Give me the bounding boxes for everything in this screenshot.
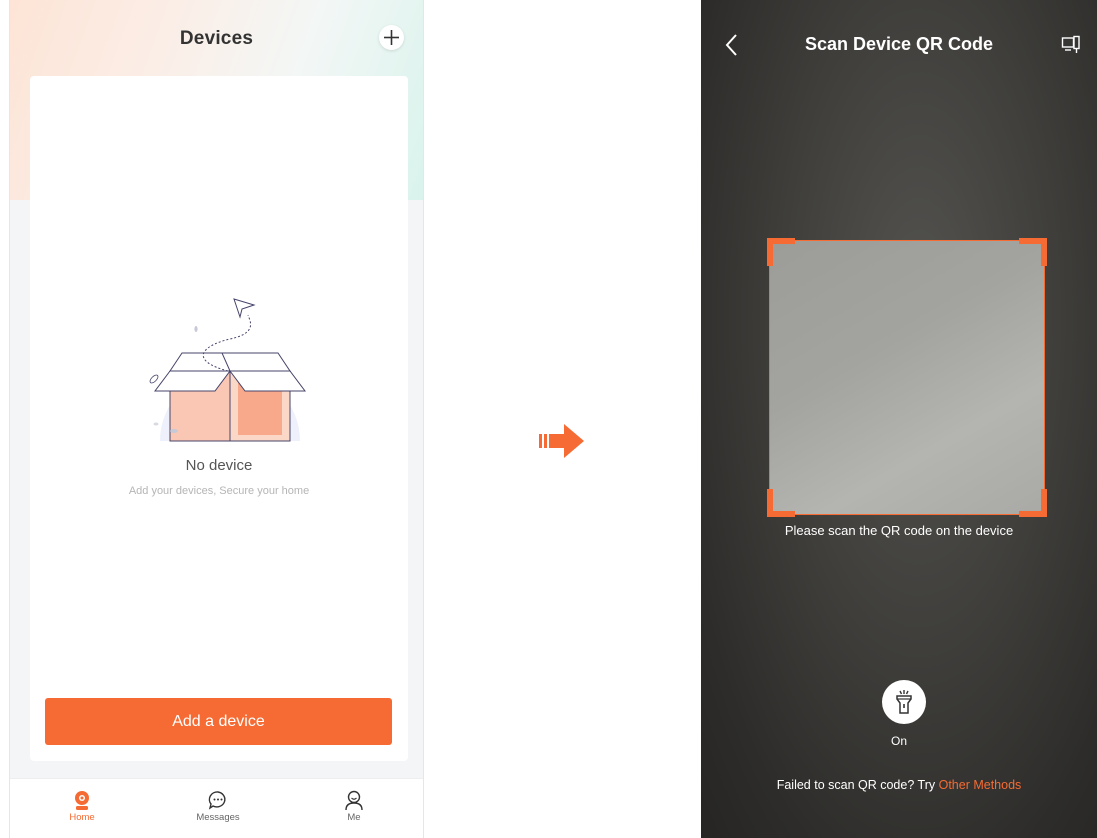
plus-icon [384,30,399,45]
viewfinder-corner [1019,238,1047,266]
add-device-button[interactable]: Add a device [45,698,392,745]
tab-messages[interactable]: Messages [173,779,263,823]
flashlight-icon [896,690,912,714]
page-title: Devices [179,28,254,49]
person-icon [345,790,363,811]
scan-header: Scan Device QR Code [701,0,1097,80]
page-title: Scan Device QR Code [804,34,994,54]
viewfinder-corner [767,489,795,517]
tab-me-label: Me [347,812,361,823]
device-switch-icon[interactable] [1061,35,1081,55]
camera-icon [75,791,89,810]
devices-header: Devices [10,0,423,76]
scan-fallback-prefix: Failed to scan QR code? Try [776,778,939,792]
devices-screen: Devices No device Add your devices, Secu… [9,0,424,838]
chat-bubble-icon [208,791,226,810]
bottom-tab-bar: Home Messages Me [10,778,423,838]
flashlight-label: On [890,734,907,748]
empty-box-illustration [149,298,306,442]
device-list-card: No device Add your devices, Secure your … [30,76,408,761]
tab-me[interactable]: Me [309,779,399,823]
scan-fallback-text: Failed to scan QR code? Try Other Method… [701,778,1097,792]
tab-home-label: Home [69,812,95,823]
scan-hint-text: Please scan the QR code on the device [784,523,1014,538]
scan-qr-screen: Scan Device QR Code Please scan the QR c… [701,0,1097,838]
empty-state-title: No device [185,457,253,474]
scan-viewfinder [767,238,1047,517]
empty-state-subtitle: Add your devices, Secure your home [128,485,310,497]
tab-messages-label: Messages [196,812,240,823]
viewfinder-corner [767,238,795,266]
arrow-right-icon [539,424,584,458]
viewfinder-corner [1019,489,1047,517]
add-device-plus-button[interactable] [379,25,404,50]
flashlight-toggle-button[interactable] [882,680,926,724]
tab-home[interactable]: Home [37,779,127,823]
other-methods-link[interactable]: Other Methods [939,778,1022,792]
